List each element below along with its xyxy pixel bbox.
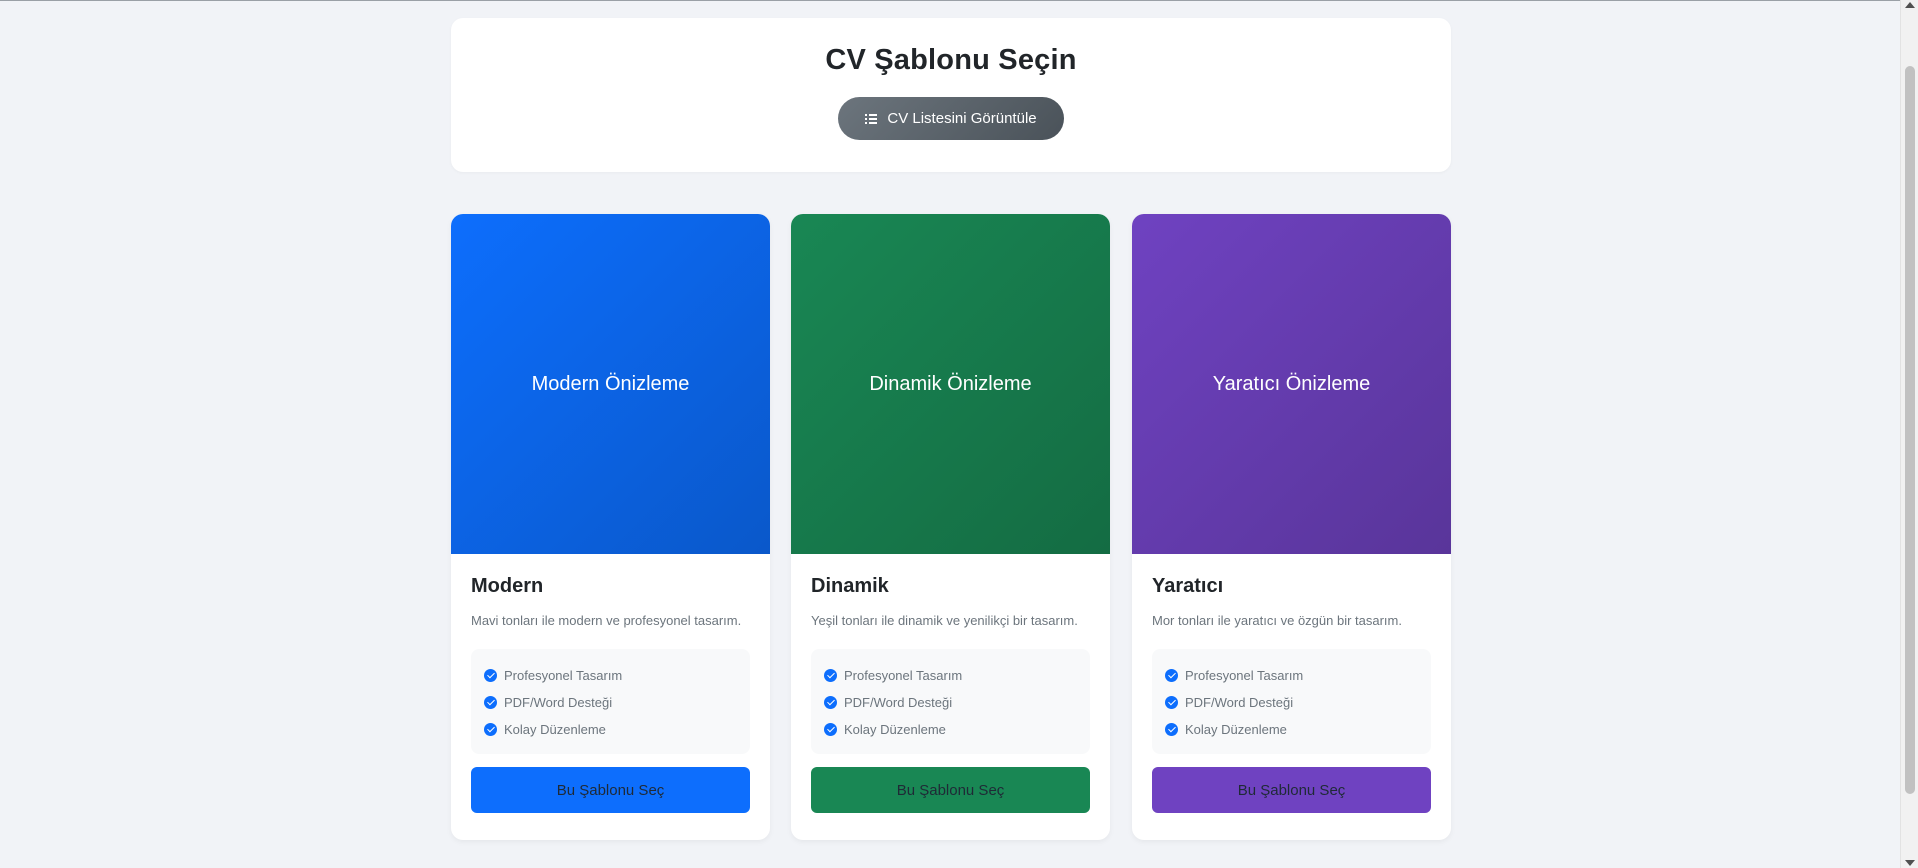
feature-label: Kolay Düzenleme (844, 722, 946, 737)
feature-item: Kolay Düzenleme (1165, 716, 1418, 743)
template-title: Modern (471, 575, 544, 597)
list-icon (865, 114, 878, 124)
card-body: Dinamik Yeşil tonları ile dinamik ve yen… (791, 554, 1110, 813)
preview-label: Yaratıcı Önizleme (1212, 372, 1371, 395)
check-circle-icon (824, 723, 837, 736)
window-top-border (0, 0, 1900, 1)
vertical-scrollbar[interactable] (1900, 0, 1918, 868)
feature-item: PDF/Word Desteği (1165, 689, 1418, 716)
select-template-button-yaratici[interactable]: Bu Şablonu Seç (1152, 767, 1431, 813)
view-cv-list-label: CV Listesini Görüntüle (887, 110, 1037, 127)
feature-list: Profesyonel Tasarım PDF/Word Desteği Kol… (1152, 649, 1431, 754)
feature-item: PDF/Word Desteği (484, 689, 737, 716)
feature-label: PDF/Word Desteği (844, 695, 953, 710)
template-preview: Dinamik Önizleme (791, 214, 1110, 554)
page-title: CV Şablonu Seçin (825, 44, 1077, 76)
feature-item: Kolay Düzenleme (824, 716, 1077, 743)
feature-label: Profesyonel Tasarım (1185, 668, 1304, 683)
feature-label: Kolay Düzenleme (504, 722, 606, 737)
check-circle-icon (1165, 696, 1178, 709)
feature-label: Kolay Düzenleme (1185, 722, 1287, 737)
scrollbar-thumb[interactable] (1905, 66, 1915, 794)
feature-item: Kolay Düzenleme (484, 716, 737, 743)
template-card-yaratici: Yaratıcı Önizleme Yaratıcı Mor tonları i… (1132, 214, 1451, 840)
check-circle-icon (484, 696, 497, 709)
feature-list: Profesyonel Tasarım PDF/Word Desteği Kol… (471, 649, 750, 754)
template-card-dinamik: Dinamik Önizleme Dinamik Yeşil tonları i… (791, 214, 1110, 840)
template-description: Mor tonları ile yaratıcı ve özgün bir ta… (1152, 613, 1402, 628)
feature-item: Profesyonel Tasarım (824, 662, 1077, 689)
feature-list: Profesyonel Tasarım PDF/Word Desteği Kol… (811, 649, 1090, 754)
feature-item: PDF/Word Desteği (824, 689, 1077, 716)
feature-item: Profesyonel Tasarım (1165, 662, 1418, 689)
select-template-button-modern[interactable]: Bu Şablonu Seç (471, 767, 750, 813)
template-preview: Yaratıcı Önizleme (1132, 214, 1451, 554)
feature-label: PDF/Word Desteği (504, 695, 613, 710)
template-preview: Modern Önizleme (451, 214, 770, 554)
check-circle-icon (1165, 723, 1178, 736)
preview-label: Modern Önizleme (531, 372, 690, 395)
template-title: Yaratıcı (1152, 575, 1224, 597)
feature-label: Profesyonel Tasarım (844, 668, 963, 683)
view-cv-list-button[interactable]: CV Listesini Görüntüle (838, 97, 1064, 140)
template-description: Yeşil tonları ile dinamik ve yenilikçi b… (811, 613, 1078, 628)
template-card-modern: Modern Önizleme Modern Mavi tonları ile … (451, 214, 770, 840)
check-circle-icon (824, 669, 837, 682)
check-circle-icon (484, 669, 497, 682)
preview-label: Dinamik Önizleme (869, 372, 1032, 395)
card-body: Yaratıcı Mor tonları ile yaratıcı ve özg… (1132, 554, 1451, 813)
feature-label: Profesyonel Tasarım (504, 668, 623, 683)
template-title: Dinamik (811, 575, 889, 597)
template-description: Mavi tonları ile modern ve profesyonel t… (471, 613, 742, 628)
check-circle-icon (1165, 669, 1178, 682)
scroll-down-arrow-icon[interactable] (1905, 860, 1915, 866)
scroll-up-arrow-icon[interactable] (1905, 2, 1915, 8)
select-template-button-dinamik[interactable]: Bu Şablonu Seç (811, 767, 1090, 813)
check-circle-icon (824, 696, 837, 709)
feature-item: Profesyonel Tasarım (484, 662, 737, 689)
card-body: Modern Mavi tonları ile modern ve profes… (451, 554, 770, 813)
header-card: CV Şablonu Seçin CV Listesini Görüntüle (451, 18, 1451, 172)
check-circle-icon (484, 723, 497, 736)
feature-label: PDF/Word Desteği (1185, 695, 1294, 710)
template-cards: Modern Önizleme Modern Mavi tonları ile … (451, 214, 1451, 840)
